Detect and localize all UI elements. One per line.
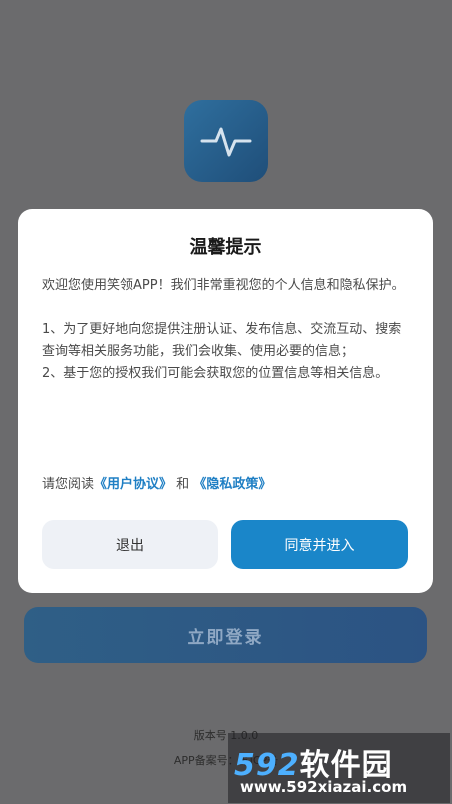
pulse-wave-icon <box>200 127 252 157</box>
agreement-links-line: 请您阅读《用户协议》 和 《隐私政策》 <box>42 473 271 492</box>
login-button[interactable]: 立即登录 <box>24 607 427 663</box>
dialog-title: 温馨提示 <box>189 237 262 258</box>
intro-paragraph: 欢迎您使用笑领APP！我们非常重视您的个人信息和隐私保护。 <box>42 278 405 293</box>
privacy-policy-link[interactable]: 《隐私政策》 <box>193 477 271 492</box>
watermark-url: www.592xiazai.com <box>240 778 408 796</box>
user-agreement-link[interactable]: 《用户协议》 <box>94 477 172 492</box>
app-logo <box>184 100 268 182</box>
read-prefix: 请您阅读 <box>42 477 95 492</box>
terms-item-1: 1、为了更好地向您提供注册认证、发布信息、交流互动、搜索查询等相关服务功能，我们… <box>42 322 402 359</box>
and-text: 和 <box>176 477 190 492</box>
dialog-body: 欢迎您使用笑领APP！我们非常重视您的个人信息和隐私保护。 1、为了更好地向您提… <box>42 275 410 385</box>
exit-button[interactable]: 退出 <box>42 520 218 569</box>
privacy-dialog: 温馨提示 欢迎您使用笑领APP！我们非常重视您的个人信息和隐私保护。 1、为了更… <box>18 209 433 593</box>
terms-item-2: 2、基于您的授权我们可能会获取您的位置信息等相关信息。 <box>42 366 389 381</box>
agree-and-enter-button[interactable]: 同意并进入 <box>231 520 408 569</box>
